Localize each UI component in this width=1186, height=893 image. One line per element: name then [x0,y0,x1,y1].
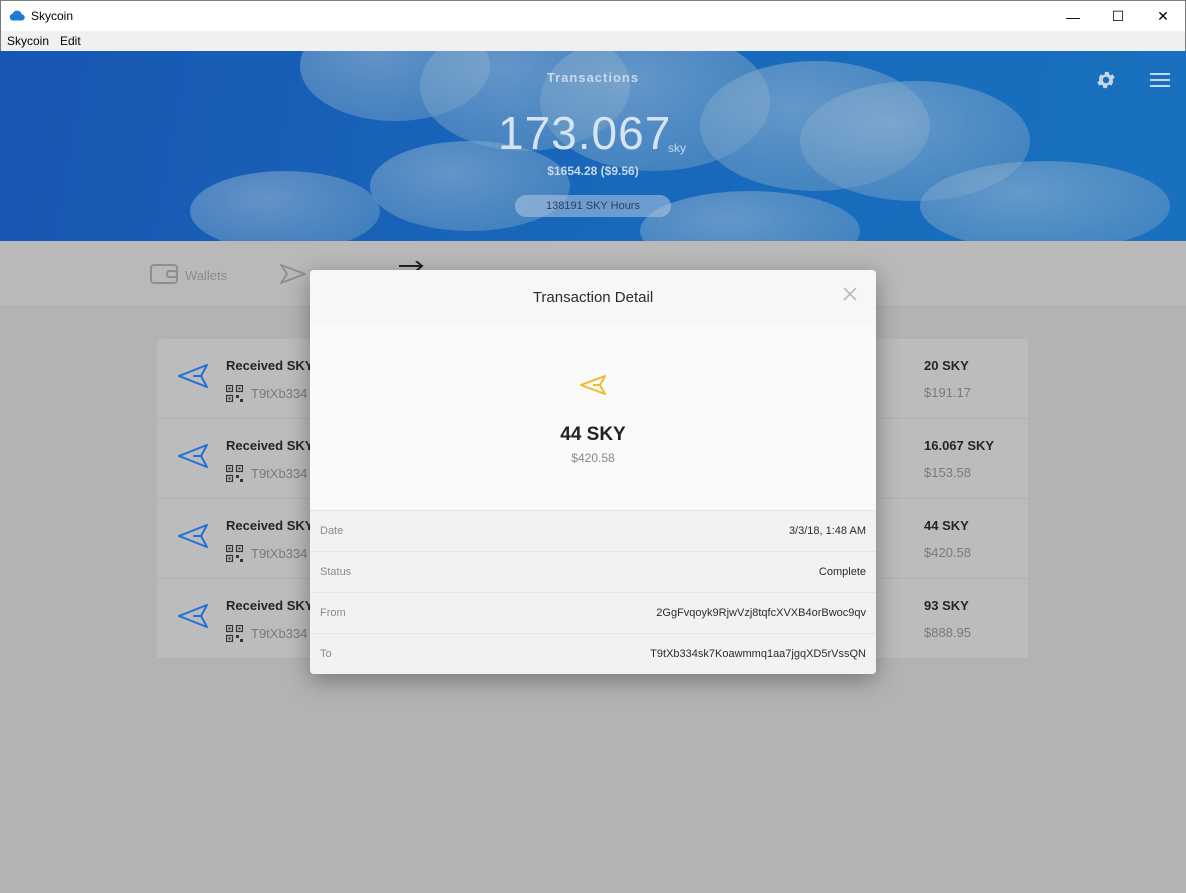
transaction-address: T9tXb334 [251,386,308,401]
balance-amount: 173.067 [498,107,672,159]
nav-wallets-tab[interactable]: Wallets [185,268,227,283]
detail-label: From [320,607,346,619]
qr-code-icon[interactable] [226,625,243,642]
balance-fiat: $1654.28 ($9.56) [547,164,639,178]
close-window-button[interactable]: ✕ [1140,1,1186,32]
sky-hours-badge: 138191 SKY Hours [515,195,671,217]
transaction-amount: 93 SKY [924,598,969,613]
balance-unit: sky [668,141,686,155]
gear-icon[interactable] [1095,69,1117,91]
send-icon[interactable] [279,263,307,285]
balance-header: Transactions 173.067 sky $1654.28 ($9.56… [0,51,1186,241]
detail-row-from: From 2GgFvqoyk9RjwVzj8tqfcXVXB4orBwoc9qv [310,592,876,633]
transaction-label: Received SKY [226,438,314,453]
menu-skycoin[interactable]: Skycoin [7,34,49,48]
transaction-label: Received SKY [226,518,314,533]
received-arrow-icon [178,524,208,548]
transaction-address: T9tXb334 [251,466,308,481]
received-arrow-icon [178,444,208,468]
menubar: Skycoin Edit [0,31,1186,51]
modal-title: Transaction Detail [532,289,654,306]
qr-code-icon[interactable] [226,465,243,482]
transaction-fiat: $888.95 [924,625,971,640]
received-arrow-icon [580,375,606,395]
detail-label: To [320,648,332,660]
detail-value: 3/3/18, 1:48 AM [788,525,866,537]
modal-fiat: $420.58 [571,451,615,465]
transaction-amount: 16.067 SKY [924,438,995,453]
transaction-fiat: $153.58 [924,465,971,480]
wallet-icon[interactable] [150,263,178,285]
detail-label: Status [320,566,352,578]
detail-value: T9tXb334sk7Koawmmq1aa7jgqXD5rVssQN [650,648,866,660]
hamburger-menu-icon[interactable] [1150,72,1170,88]
detail-value: 2GgFvqoyk9RjwVzj8tqfcXVXB4orBwoc9qv [656,607,866,619]
qr-code-icon[interactable] [226,545,243,562]
transaction-amount: 20 SKY [924,358,969,373]
detail-row-status: Status Complete [310,551,876,592]
close-icon[interactable] [842,286,858,302]
transaction-detail-modal: Transaction Detail 44 SKY $420.58 Date 3… [310,270,876,674]
transaction-address: T9tXb334 [251,546,308,561]
received-arrow-icon [178,364,208,388]
transaction-fiat: $420.58 [924,545,971,560]
modal-header: Transaction Detail [310,270,876,325]
window-title: Skycoin [31,9,74,23]
minimize-button[interactable]: — [1050,1,1096,32]
transaction-amount: 44 SKY [924,518,969,533]
transaction-label: Received SKY [226,598,314,613]
detail-label: Date [320,525,344,537]
modal-amount: 44 SKY [560,424,626,445]
maximize-button[interactable]: ☐ [1095,1,1141,32]
transaction-fiat: $191.17 [924,385,971,400]
transaction-address: T9tXb334 [251,626,308,641]
qr-code-icon[interactable] [226,385,243,402]
transaction-label: Received SKY [226,358,314,373]
detail-row-to: To T9tXb334sk7Koawmmq1aa7jgqXD5rVssQN [310,633,876,674]
detail-value: Complete [818,566,866,578]
detail-row-date: Date 3/3/18, 1:48 AM [310,510,876,551]
menu-edit[interactable]: Edit [60,34,81,48]
skycoin-cloud-icon [9,10,25,21]
page-title: Transactions [546,70,640,85]
window-titlebar: Skycoin — ☐ ✕ [0,0,1186,31]
received-arrow-icon [178,604,208,628]
